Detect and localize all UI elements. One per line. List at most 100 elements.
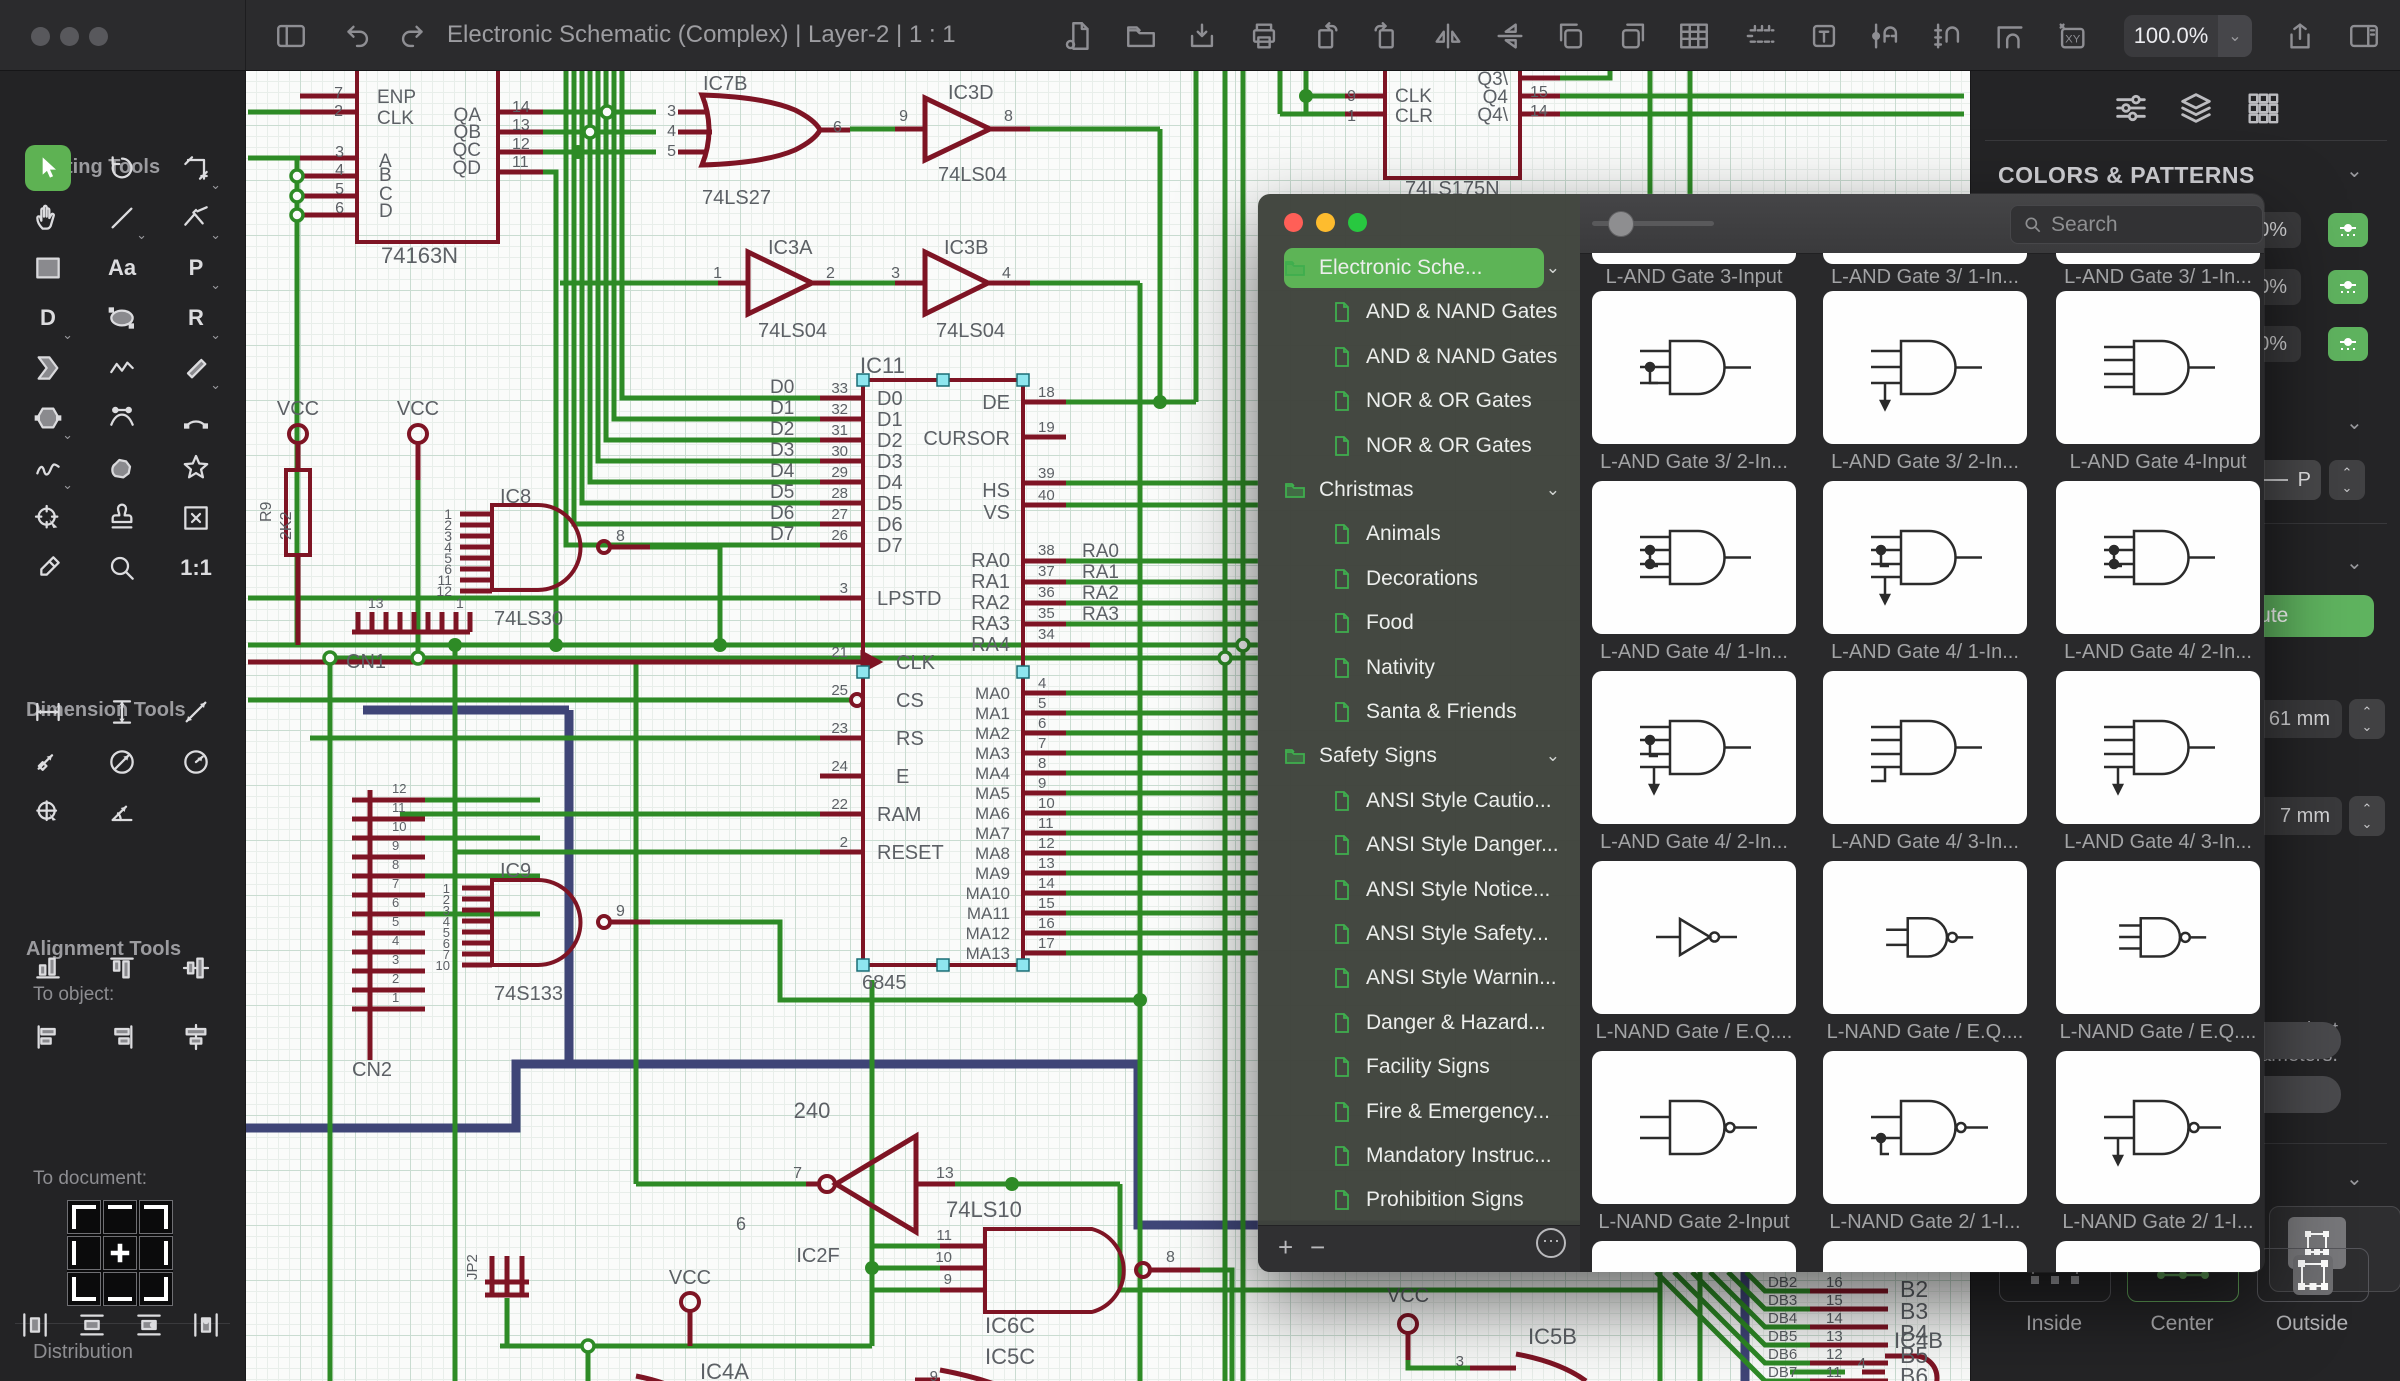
tool-stamp[interactable] (99, 495, 145, 541)
break-dimension-icon[interactable] (1745, 19, 1779, 53)
symbol-card[interactable] (1592, 671, 1796, 824)
symbol-card-clipped[interactable] (1823, 253, 2027, 264)
symbol-card[interactable] (2056, 291, 2260, 444)
tool-align-right[interactable] (99, 1014, 145, 1060)
print-icon[interactable] (1247, 19, 1281, 53)
symbol-card-clipped[interactable] (2056, 1241, 2260, 1272)
tool-rectangle[interactable] (25, 245, 71, 291)
palette-minimize-button[interactable] (1316, 213, 1335, 232)
symbol-card-clipped[interactable] (2056, 253, 2260, 264)
symbol-card[interactable] (1823, 291, 2027, 444)
library-item-mandatory-instruc-[interactable]: Mandatory Instruc... (1258, 1134, 1580, 1178)
add-library-button[interactable]: + (1278, 1232, 1293, 1263)
symbol-card[interactable] (1592, 481, 1796, 634)
panel-right-icon[interactable] (2347, 19, 2381, 53)
symbol-card[interactable] (2056, 1051, 2260, 1204)
tool-align-center[interactable] (173, 1014, 219, 1060)
search-field[interactable]: Search (2010, 205, 2263, 244)
to-document-grid[interactable] (67, 1200, 173, 1306)
more-options-button[interactable]: ⋯ (1536, 1228, 1566, 1258)
library-item-decorations[interactable]: Decorations (1258, 557, 1580, 601)
chevron-down-icon[interactable]: ⌄ (1546, 480, 1560, 500)
color-slider-button[interactable] (2328, 270, 2368, 304)
to-document-cell[interactable] (103, 1272, 137, 1306)
snap-object-icon[interactable] (1869, 19, 1903, 53)
to-document-cell[interactable] (67, 1272, 101, 1306)
minimize-button[interactable] (60, 27, 79, 46)
library-item-nor-or-gates[interactable]: NOR & OR Gates (1258, 379, 1580, 423)
color-slider-button[interactable] (2328, 213, 2368, 247)
open-folder-icon[interactable] (1124, 19, 1158, 53)
redo-icon[interactable] (396, 19, 430, 53)
to-document-cell[interactable] (139, 1236, 173, 1270)
library-item-electronic-sche-[interactable]: Electronic Sche... ⌄ (1258, 246, 1580, 290)
tool-pan-hand[interactable] (25, 195, 71, 241)
to-document-cell[interactable] (67, 1236, 101, 1270)
colors-patterns-header[interactable]: COLORS & PATTERNS (1998, 162, 2255, 189)
library-item-facility-signs[interactable]: Facility Signs (1258, 1045, 1580, 1089)
tool-delete-box[interactable] (173, 495, 219, 541)
library-item-ansi-style-warnin-[interactable]: ANSI Style Warnin... (1258, 956, 1580, 1000)
tool-dim-radius[interactable] (173, 739, 219, 785)
tool-ellipse[interactable] (99, 295, 145, 341)
chevron-down-icon[interactable]: ⌄ (2346, 410, 2363, 435)
library-item-danger-hazard-[interactable]: Danger & Hazard... (1258, 1001, 1580, 1045)
library-item-and-nand-gates[interactable]: AND & NAND Gates (1258, 290, 1580, 334)
chevron-down-icon[interactable]: ⌄ (2346, 158, 2363, 183)
field-stepper-2[interactable]: ⌃ ⌄ (2349, 796, 2385, 836)
to-document-cell[interactable] (103, 1200, 137, 1234)
panel-left-icon[interactable] (274, 19, 308, 53)
tool-dim-diagonal[interactable] (173, 689, 219, 735)
position-outside-button[interactable] (2257, 1248, 2369, 1302)
rotate-right-icon[interactable] (1370, 19, 1404, 53)
tool-select[interactable] (25, 145, 71, 191)
library-item-animals[interactable]: Animals (1258, 512, 1580, 556)
symbol-card-clipped[interactable] (1592, 1241, 1796, 1272)
tool-bezier[interactable] (99, 395, 145, 441)
tool-dim-vertical[interactable] (99, 689, 145, 735)
tool-circle-radius[interactable]: R ⌄ (173, 295, 221, 342)
tool-align-top[interactable] (99, 945, 145, 991)
coordinates-xy-icon[interactable]: XY (2055, 19, 2089, 53)
flip-vertical-icon[interactable] (1493, 19, 1527, 53)
library-item-ansi-style-cautio-[interactable]: ANSI Style Cautio... (1258, 779, 1580, 823)
library-item-prohibition-signs[interactable]: Prohibition Signs (1258, 1178, 1580, 1222)
slider-knob[interactable] (1608, 211, 1634, 237)
zoom-control[interactable]: 100.0% ⌄ (2124, 15, 2252, 57)
paste-icon[interactable] (1616, 19, 1650, 53)
tool-text[interactable]: Aa (99, 245, 145, 291)
snap-guide-icon[interactable] (1993, 19, 2027, 53)
layers-icon[interactable] (2176, 88, 2220, 132)
tool-transform[interactable]: ⌄ (173, 145, 221, 192)
tool-arc[interactable] (173, 395, 219, 441)
library-item-fire-emergency-[interactable]: Fire & Emergency... (1258, 1090, 1580, 1134)
new-document-icon[interactable] (1062, 19, 1096, 53)
tool-dim-angle[interactable] (99, 789, 145, 835)
tool-distribute-h2[interactable] (183, 1302, 229, 1348)
library-item-food[interactable]: Food (1258, 601, 1580, 645)
symbol-card-clipped[interactable] (1823, 1241, 2027, 1272)
tool-line[interactable]: ⌄ (99, 195, 147, 242)
chevron-down-icon[interactable]: ⌄ (2346, 550, 2363, 575)
to-document-cell[interactable] (103, 1236, 137, 1270)
symbol-card[interactable] (1823, 1051, 2027, 1204)
rotate-left-icon[interactable] (1308, 19, 1342, 53)
symbol-card[interactable] (1823, 671, 2027, 824)
share-icon[interactable] (2283, 19, 2317, 53)
symbol-card[interactable] (1592, 861, 1796, 1014)
tool-zoom-tool[interactable] (99, 545, 145, 591)
close-button[interactable] (31, 27, 50, 46)
settings-sliders-icon[interactable] (2111, 88, 2155, 132)
tool-dim-center[interactable] (25, 789, 71, 835)
tool-dim-angled[interactable] (25, 739, 71, 785)
library-item-and-nand-gates[interactable]: AND & NAND Gates (1258, 335, 1580, 379)
chevron-down-icon[interactable]: ⌄ (1546, 746, 1560, 766)
symbol-card[interactable] (2056, 861, 2260, 1014)
tool-center-target[interactable] (25, 495, 71, 541)
tool-circle-diameter[interactable]: D ⌄ (25, 295, 73, 342)
field-stepper-1[interactable]: ⌃ ⌄ (2349, 699, 2385, 739)
library-item-ansi-style-danger-[interactable]: ANSI Style Danger... (1258, 823, 1580, 867)
chevron-down-icon[interactable]: ⌄ (1546, 258, 1560, 278)
palette-close-button[interactable] (1284, 213, 1303, 232)
color-slider-button[interactable] (2328, 327, 2368, 361)
